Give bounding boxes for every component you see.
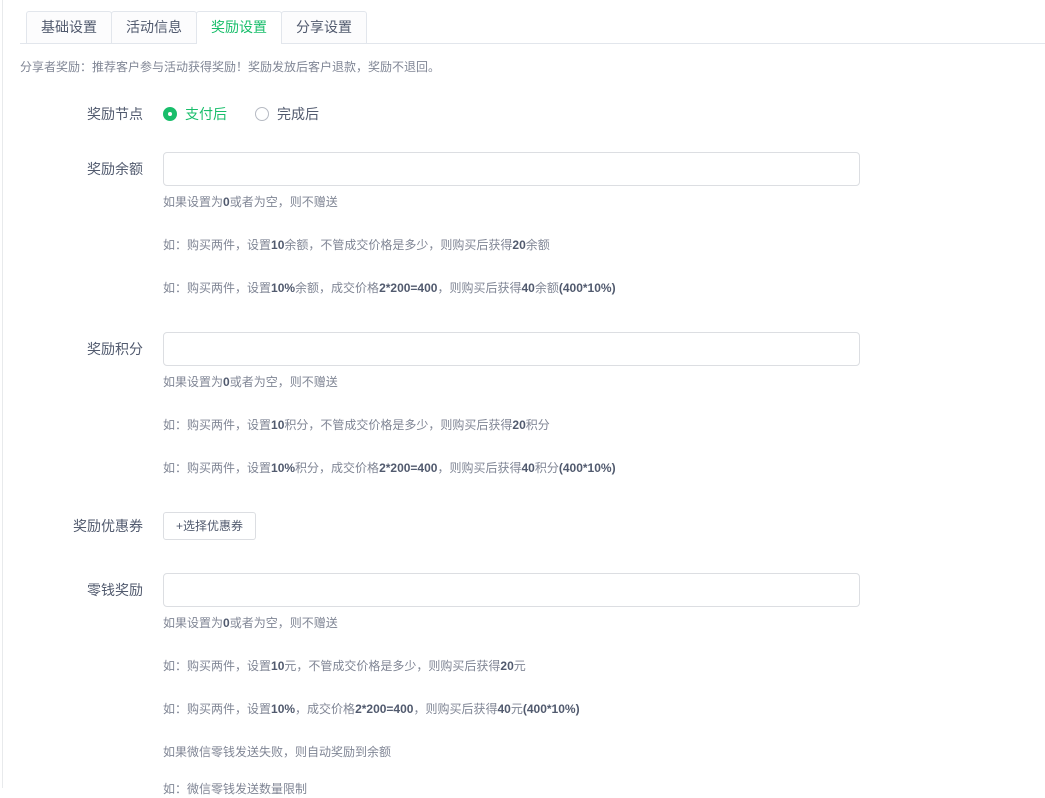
radio-after-payment[interactable]: 支付后 (163, 104, 227, 124)
radio-circle-icon (255, 107, 269, 121)
help-text: 如：购买两件，设置10余额，不管成交价格是多少，则购买后获得20余额 (163, 237, 860, 254)
help-text: 如：购买两件，设置10%余额，成交价格2*200=400，则购买后获得40余额(… (163, 280, 860, 297)
sharer-reward-description: 分享者奖励：推荐客户参与活动获得奖励！奖励发放后客户退款，奖励不退回。 (20, 59, 1045, 76)
form-item-reward-points: 奖励积分 如果设置为0或者为空，则不赠送 如：购买两件，设置10积分，不管成交价… (20, 332, 1045, 477)
help-text: 如：购买两件，设置10积分，不管成交价格是多少，则购买后获得20积分 (163, 417, 860, 434)
select-coupon-button[interactable]: +选择优惠券 (163, 512, 256, 540)
reward-points-label: 奖励积分 (20, 332, 143, 477)
tab-activity-info[interactable]: 活动信息 (111, 11, 197, 43)
form-item-reward-balance: 奖励余额 如果设置为0或者为空，则不赠送 如：购买两件，设置10余额，不管成交价… (20, 152, 1045, 297)
reward-coupon-label: 奖励优惠券 (20, 512, 143, 540)
help-text: 如果设置为0或者为空，则不赠送 (163, 194, 860, 211)
radio-after-completion[interactable]: 完成后 (255, 104, 319, 124)
tab-reward-settings[interactable]: 奖励设置 (196, 11, 282, 43)
help-text: 如果设置为0或者为空，则不赠送 (163, 615, 860, 632)
reward-settings-form: 奖励节点 支付后 完成后 奖励余额 如果设置为0或者为空，则不赠送 如：购买两件，… (20, 105, 1045, 798)
tab-bar: 基础设置活动信息奖励设置分享设置 (20, 11, 1045, 44)
tab-basic-settings[interactable]: 基础设置 (26, 11, 112, 43)
form-item-reward-node: 奖励节点 支付后 完成后 (20, 105, 1045, 123)
form-item-reward-coupon: 奖励优惠券 +选择优惠券 (20, 512, 1045, 540)
reward-points-input[interactable] (163, 332, 860, 366)
help-text: 如果设置为0或者为空，则不赠送 (163, 374, 860, 391)
cash-reward-label: 零钱奖励 (20, 573, 143, 798)
help-text: 如：购买两件，设置10%，成交价格2*200=400，则购买后获得40元(400… (163, 701, 860, 718)
radio-option-label: 支付后 (185, 104, 227, 124)
reward-balance-input[interactable] (163, 152, 860, 186)
tab-share-settings[interactable]: 分享设置 (281, 11, 367, 43)
reward-settings-page: 基础设置活动信息奖励设置分享设置 分享者奖励：推荐客户参与活动获得奖励！奖励发放… (0, 0, 1045, 798)
reward-balance-label: 奖励余额 (20, 152, 143, 297)
help-text-clipped: 如：微信零钱发送数量限制 (163, 781, 860, 798)
radio-circle-icon (163, 107, 177, 121)
form-item-cash-reward: 零钱奖励 如果设置为0或者为空，则不赠送 如：购买两件，设置10元，不管成交价格… (20, 573, 1045, 798)
help-text: 如：购买两件，设置10元，不管成交价格是多少，则购买后获得20元 (163, 658, 860, 675)
panel-left-border (2, 0, 3, 788)
reward-node-radio-group: 支付后 完成后 (163, 105, 347, 123)
help-text: 如果微信零钱发送失败，则自动奖励到余额 (163, 744, 860, 761)
cash-reward-input[interactable] (163, 573, 860, 607)
reward-node-label: 奖励节点 (20, 105, 143, 123)
radio-option-label: 完成后 (277, 104, 319, 124)
help-text: 如：购买两件，设置10%积分，成交价格2*200=400，则购买后获得40积分(… (163, 460, 860, 477)
